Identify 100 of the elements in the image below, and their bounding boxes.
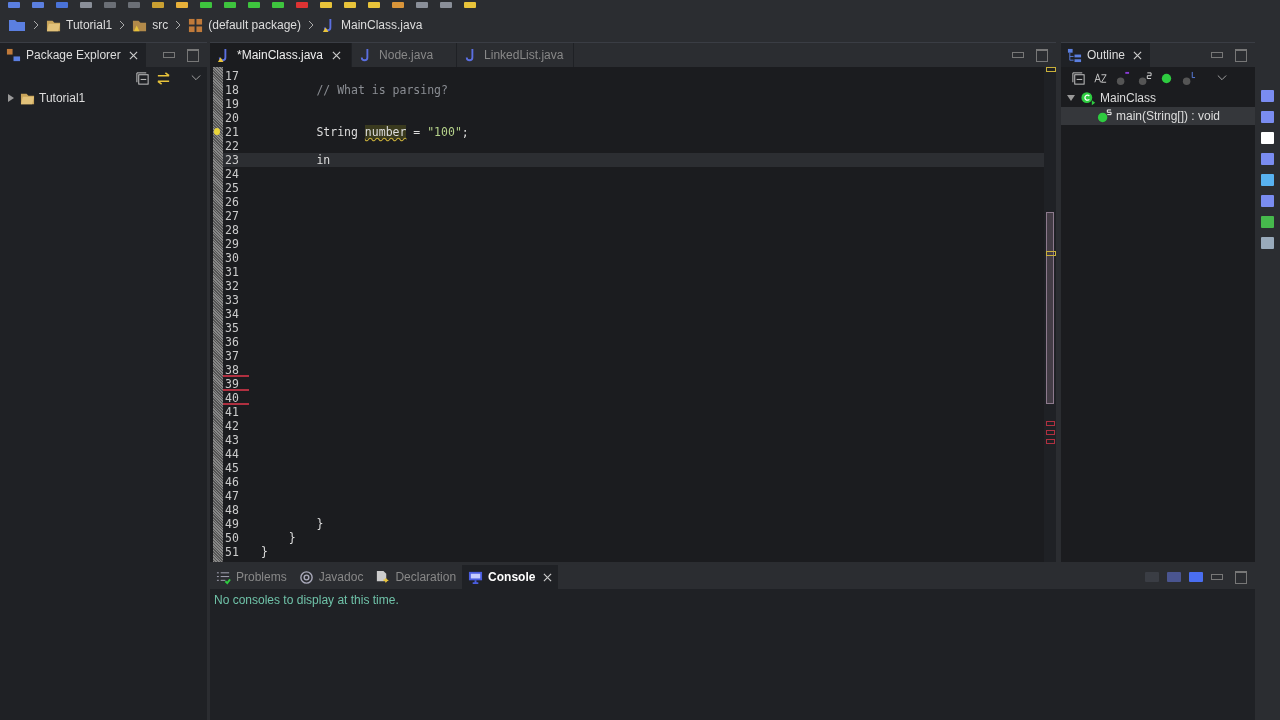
dropdown-icon[interactable] — [1217, 74, 1227, 82]
code-line: } — [315, 517, 324, 531]
close-icon[interactable] — [128, 50, 138, 60]
toolbar-icon[interactable] — [248, 2, 260, 8]
breadcrumb-item[interactable]: src — [132, 17, 169, 33]
toolbar-icon[interactable] — [368, 2, 380, 8]
line-number: 25 — [224, 181, 240, 195]
outline-tab[interactable]: Outline — [1061, 43, 1151, 67]
collapse-all-icon[interactable] — [135, 70, 150, 86]
minimize-icon[interactable] — [1211, 52, 1223, 58]
maximize-icon[interactable] — [187, 48, 199, 62]
toolbar-icon[interactable] — [200, 2, 212, 8]
toolbar-icon[interactable] — [272, 2, 284, 8]
toolbar-icon[interactable] — [104, 2, 116, 8]
scrollbar-thumb[interactable] — [1046, 212, 1054, 404]
package-explorer-tab[interactable]: Package Explorer — [0, 43, 146, 67]
view-tab[interactable]: Declaration — [369, 565, 463, 589]
close-icon[interactable] — [1133, 50, 1143, 60]
view-tab[interactable]: Console — [462, 565, 559, 589]
problems-list-icon — [216, 569, 231, 585]
project-tree-item[interactable]: Tutorial1 — [0, 89, 207, 107]
hide-static-icon[interactable] — [1137, 70, 1152, 86]
toolbar-icon[interactable] — [296, 2, 308, 8]
code-line: } — [261, 545, 268, 559]
line-number: 48 — [224, 503, 240, 517]
editor-tab[interactable]: Node.java — [352, 43, 458, 67]
line-number: 20 — [224, 111, 240, 125]
close-icon[interactable] — [332, 50, 342, 60]
console-message: No consoles to display at this time. — [213, 592, 400, 609]
chevron-icon — [308, 20, 314, 30]
chevron-icon — [119, 20, 126, 30]
line-number: 24 — [224, 167, 240, 181]
view-tab[interactable]: Javadoc — [292, 565, 370, 589]
line-number: 21 — [224, 125, 240, 139]
toolbar-icon[interactable] — [320, 2, 332, 8]
toolbar-icon[interactable] — [344, 2, 356, 8]
toolbar-icon[interactable] — [392, 2, 404, 8]
toolbar-icon[interactable] — [464, 2, 476, 8]
line-number: 47 — [224, 489, 240, 503]
toolbar-icon[interactable] — [32, 2, 44, 8]
error-marker — [1046, 421, 1055, 426]
lightbulb-icon[interactable] — [214, 128, 220, 135]
warning-marker — [1046, 67, 1056, 72]
line-number: 37 — [224, 349, 240, 363]
line-number: 30 — [224, 251, 240, 265]
error-marker — [1046, 439, 1055, 444]
package-explorer-icon — [6, 47, 21, 63]
maximize-icon[interactable] — [1235, 48, 1247, 62]
breadcrumb-item[interactable]: Tutorial1 — [46, 17, 113, 33]
view-tab[interactable]: Problems — [210, 565, 293, 589]
toolbar-icon[interactable] — [128, 2, 140, 8]
at-sign-icon — [298, 569, 314, 585]
minimize-icon[interactable] — [1211, 574, 1223, 580]
toolbar-icon[interactable] — [152, 2, 164, 8]
expand-triangle-icon[interactable] — [1067, 95, 1075, 101]
dropdown-icon[interactable] — [191, 74, 201, 82]
class-tree-item[interactable]: MainClass — [1061, 89, 1255, 107]
line-number: 35 — [224, 321, 240, 335]
line-number: 19 — [224, 97, 240, 111]
line-number: 46 — [224, 475, 240, 489]
line-number: 51 — [224, 545, 240, 559]
toolbar-icon[interactable] — [440, 2, 452, 8]
line-number: 29 — [224, 237, 240, 251]
document-arrow-icon — [375, 569, 391, 585]
maximize-icon[interactable] — [1036, 48, 1048, 62]
toolbar-icon[interactable] — [80, 2, 92, 8]
folder-icon[interactable] — [8, 18, 26, 32]
method-tree-item[interactable]: main(String[]) : void — [1061, 107, 1255, 125]
line-number: 50 — [224, 531, 240, 545]
toolbar-icon[interactable] — [56, 2, 68, 8]
editor-tab[interactable]: LinkedList.java — [457, 43, 575, 67]
maximize-icon[interactable] — [1235, 570, 1247, 584]
line-number: 31 — [224, 265, 240, 279]
code-line: in — [315, 153, 331, 167]
hide-fields-icon[interactable] — [1115, 70, 1130, 86]
sort-icon[interactable] — [1093, 70, 1108, 86]
minimize-icon[interactable] — [1012, 52, 1024, 58]
toolbar-icon[interactable] — [8, 2, 20, 8]
collapse-all-icon[interactable] — [1071, 70, 1086, 86]
class-icon — [1081, 90, 1096, 106]
hide-local-types-icon[interactable] — [1181, 70, 1196, 86]
minimize-icon[interactable] — [163, 52, 175, 58]
breadcrumb-item[interactable]: MainClass.java — [321, 17, 423, 33]
toolbar-icon[interactable] — [416, 2, 428, 8]
breadcrumb-item[interactable]: (default package) — [188, 17, 301, 33]
close-icon[interactable] — [543, 572, 553, 582]
toolbar-icon[interactable] — [224, 2, 236, 8]
editor-tab[interactable]: *MainClass.java — [210, 43, 353, 67]
line-number: 27 — [224, 209, 240, 223]
line-number: 28 — [224, 223, 240, 237]
link-arrows-icon[interactable] — [156, 70, 171, 86]
line-number: 18 — [224, 83, 240, 97]
warning-marker — [1046, 251, 1056, 256]
toolbar-icon[interactable] — [176, 2, 188, 8]
line-number: 33 — [224, 293, 240, 307]
line-number: 32 — [224, 279, 240, 293]
expand-triangle-icon[interactable] — [8, 94, 14, 102]
line-number: 23 — [224, 153, 240, 167]
line-number: 34 — [224, 307, 240, 321]
line-number: 44 — [224, 447, 240, 461]
